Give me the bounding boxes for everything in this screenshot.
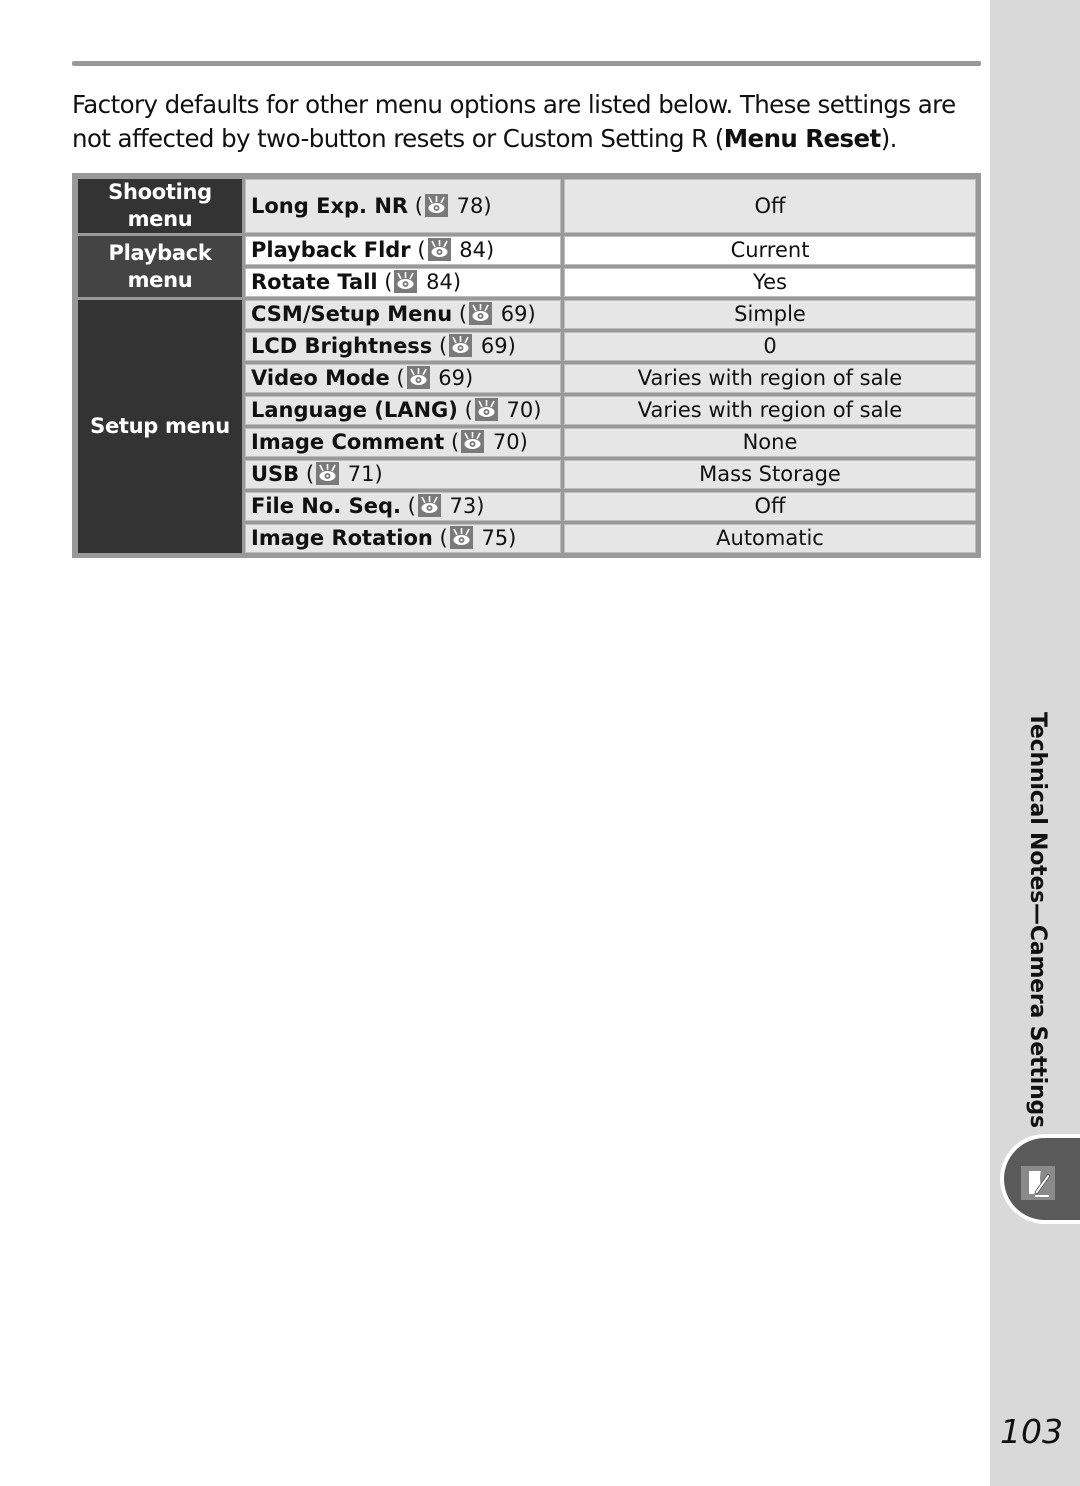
eye-reference-icon [461, 430, 485, 453]
eye-reference-icon [424, 193, 448, 217]
option-name: LCD Brightness [251, 334, 433, 358]
option-cell: LCD Brightness ( 69) [245, 332, 561, 361]
category-cell: Playback menu [78, 236, 242, 297]
top-rule [72, 61, 981, 66]
option-cell: Video Mode ( 69) [245, 364, 561, 393]
reference-page: 78 [456, 193, 484, 218]
option-cell: Image Rotation ( 75) [245, 524, 561, 553]
intro-text-end: ). [880, 124, 898, 153]
eye-reference-icon [316, 462, 340, 485]
eye-reference-icon [427, 238, 451, 261]
option-name: Image Comment [251, 430, 445, 454]
reference-page: 84 [426, 270, 453, 294]
default-value-cell: Current [564, 236, 976, 265]
option-cell: Rotate Tall ( 84) [245, 268, 561, 297]
default-value-cell: Simple [564, 300, 976, 329]
option-name: CSM/Setup Menu [251, 302, 453, 326]
page-reference: ( 70) [444, 430, 528, 454]
page-reference: ( 84) [377, 270, 462, 294]
table-row: Setup menu CSM/Setup Menu ( 69) Simple [78, 300, 976, 553]
page-reference: ( 73) [400, 494, 485, 518]
option-name: Playback Fldr [251, 238, 411, 262]
default-value-cell: Mass Storage [564, 460, 976, 489]
page-reference: ( 69) [452, 302, 536, 326]
intro-paragraph: Factory defaults for other menu options … [72, 88, 974, 156]
default-value-cell: None [564, 428, 976, 457]
reference-page: 84 [459, 238, 486, 262]
eye-reference-icon [417, 494, 441, 517]
page-reference: ( 70) [457, 398, 542, 422]
page-reference: ( 71) [299, 462, 383, 486]
option-name: Long Exp. NR [251, 193, 409, 218]
reference-page: 69 [500, 302, 528, 326]
reference-page: 69 [480, 334, 508, 358]
page-reference: ( 69) [389, 366, 474, 390]
eye-reference-icon [474, 398, 498, 421]
default-value-cell: Automatic [564, 524, 976, 553]
category-cell: Setup menu [78, 300, 242, 553]
option-cell: Image Comment ( 70) [245, 428, 561, 457]
default-value-cell: Yes [564, 268, 976, 297]
option-cell: CSM/Setup Menu ( 69) [245, 300, 561, 329]
category-cell: Shooting menu [78, 179, 242, 233]
option-cell: Language (LANG) ( 70) [245, 396, 561, 425]
intro-bold-term: Menu Reset [723, 124, 882, 153]
page-reference: ( 78) [408, 193, 492, 218]
option-name: Image Rotation [251, 526, 433, 550]
option-cell: Long Exp. NR ( 78) [245, 179, 561, 233]
page-number: 103 [1000, 1412, 1063, 1451]
eye-reference-icon [449, 526, 473, 549]
default-value-cell: Varies with region of sale [564, 396, 976, 425]
reference-page: 70 [492, 430, 520, 454]
option-cell: Playback Fldr ( 84) [245, 236, 561, 265]
reference-page: 71 [347, 462, 375, 486]
page-reference: ( 75) [432, 526, 517, 550]
reference-page: 73 [449, 494, 477, 518]
option-name: USB [251, 462, 300, 486]
pen-and-paper-icon [1021, 1166, 1055, 1200]
eye-reference-icon [406, 366, 430, 389]
table-row: Shooting menu Long Exp. NR ( 78) Off [78, 179, 976, 233]
reference-page: 70 [506, 398, 534, 422]
option-name: Rotate Tall [251, 270, 378, 294]
section-title: Technical Notes—Camera Settings [1025, 712, 1050, 1128]
page-reference: ( 84) [410, 238, 495, 262]
default-value-cell: Off [564, 492, 976, 521]
reference-page: 69 [438, 366, 465, 390]
option-name: Video Mode [251, 366, 390, 390]
default-value-cell: Off [564, 179, 976, 233]
option-cell: USB ( 71) [245, 460, 561, 489]
eye-reference-icon [449, 334, 473, 357]
eye-reference-icon [394, 270, 418, 293]
default-value-cell: Varies with region of sale [564, 364, 976, 393]
eye-reference-icon [469, 302, 493, 325]
defaults-table: Shooting menu Long Exp. NR ( 78) Off Playba… [72, 173, 981, 558]
option-name: Language (LANG) [251, 398, 458, 422]
section-tab[interactable] [1000, 1134, 1080, 1224]
reference-page: 75 [481, 526, 509, 550]
option-name: File No. Seq. [251, 494, 401, 518]
page-reference: ( 69) [432, 334, 516, 358]
option-cell: File No. Seq. ( 73) [245, 492, 561, 521]
table-row: Playback menu Playback Fldr ( 84) Current [78, 236, 976, 297]
default-value-cell: 0 [564, 332, 976, 361]
